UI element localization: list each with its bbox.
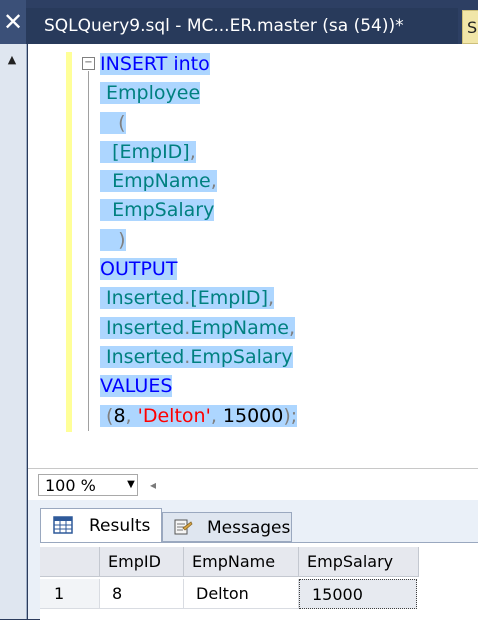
changed-lines-indicator <box>66 52 72 432</box>
selected-text: EmpSalary <box>100 199 215 222</box>
code-line: ) <box>100 226 297 255</box>
row-header-corner[interactable] <box>40 547 100 577</box>
row-number[interactable]: 1 <box>40 579 100 609</box>
code-line: Inserted.EmpSalary <box>100 343 297 372</box>
code-token: , <box>210 170 217 193</box>
scroll-left-arrow-icon[interactable]: ◂ <box>146 476 160 494</box>
code-token: EmpName <box>100 170 211 193</box>
code-line: OUTPUT <box>100 255 297 284</box>
query-editor[interactable]: − INSERT into Employee ( [EmpID], EmpNam… <box>28 44 478 468</box>
code-token: , <box>125 404 138 427</box>
document-tab[interactable]: SQLQuery9.sql - MC...ER.master (sa (54))… <box>26 8 458 44</box>
code-token: INSERT into <box>100 53 210 75</box>
chevron-down-icon[interactable]: ▼ <box>124 474 138 496</box>
table-cell-empname[interactable]: Delton <box>184 579 299 609</box>
code-token: VALUES <box>100 375 173 398</box>
code-token: , <box>189 140 196 163</box>
code-lines: INSERT into Employee ( [EmpID], EmpName,… <box>100 50 298 431</box>
selected-text: OUTPUT <box>100 258 178 281</box>
code-token: , <box>267 287 275 310</box>
code-token: ); <box>283 404 298 427</box>
scroll-up-arrow-icon[interactable]: ▲ <box>4 52 20 68</box>
selected-text: (8, 'Delton', 15000); <box>100 404 298 427</box>
tab-messages-label: Messages <box>207 518 291 538</box>
table-cell-empid[interactable]: 8 <box>100 579 184 609</box>
code-token: [EmpID] <box>100 140 190 163</box>
next-document-tab[interactable]: S <box>462 10 478 44</box>
code-token: , <box>288 316 296 339</box>
table-cell-empsalary[interactable]: 15000 <box>299 579 417 609</box>
selected-text: ( <box>100 111 126 134</box>
tab-messages[interactable]: Messages <box>162 512 292 542</box>
code-token: Employee <box>100 82 201 105</box>
collapse-toggle-icon[interactable]: − <box>82 57 95 70</box>
column-header-empsalary[interactable]: EmpSalary <box>299 547 419 577</box>
zoom-select[interactable]: 100 % <box>38 474 138 496</box>
code-line: (8, 'Delton', 15000); <box>100 402 298 431</box>
code-token: 15000 <box>222 404 284 427</box>
code-token: 8 <box>113 404 126 427</box>
selected-text: INSERT into <box>100 53 210 75</box>
code-line: [EmpID], <box>100 138 297 167</box>
code-token: 'Delton' <box>137 404 211 427</box>
code-line: Employee <box>100 79 297 108</box>
code-token: EmpName <box>190 316 289 339</box>
code-line: INSERT into <box>100 50 297 79</box>
outline-guide <box>88 71 89 431</box>
selected-text: Employee <box>100 82 201 105</box>
code-token: Inserted <box>100 345 185 368</box>
left-dock-panel <box>0 44 27 619</box>
code-token: [EmpID] <box>190 287 268 310</box>
grid-icon <box>53 516 73 534</box>
code-token: ( <box>100 111 126 134</box>
code-token: ( <box>100 404 114 427</box>
code-line: Inserted.EmpName, <box>100 314 297 343</box>
code-token: OUTPUT <box>100 258 178 281</box>
code-line: VALUES <box>100 372 297 401</box>
selected-text: ) <box>100 228 126 251</box>
selected-text: [EmpID], <box>100 140 196 163</box>
code-line: EmpName, <box>100 167 297 196</box>
code-line: EmpSalary <box>100 196 297 225</box>
selected-text: VALUES <box>100 375 173 398</box>
code-token: , <box>210 404 223 427</box>
tab-results[interactable]: Results <box>40 508 162 542</box>
selected-text: Inserted.EmpName, <box>100 316 296 339</box>
selected-text: Inserted.EmpSalary <box>100 345 293 368</box>
selected-text: EmpName, <box>100 170 217 193</box>
close-button[interactable]: ✕ <box>0 0 26 44</box>
column-header-empid[interactable]: EmpID <box>100 547 184 577</box>
code-token: EmpSalary <box>190 345 293 368</box>
code-token: ) <box>100 228 126 251</box>
messages-icon <box>174 519 193 535</box>
column-header-empname[interactable]: EmpName <box>184 547 299 577</box>
code-token: Inserted <box>100 287 185 310</box>
tab-results-label: Results <box>89 516 151 536</box>
code-line: ( <box>100 109 297 138</box>
code-line: Inserted.[EmpID], <box>100 284 297 313</box>
selected-text: Inserted.[EmpID], <box>100 287 275 310</box>
results-grid[interactable]: EmpID EmpName EmpSalary 1 8 Delton 15000 <box>40 542 478 620</box>
code-token: EmpSalary <box>100 199 215 222</box>
code-token: Inserted <box>100 316 185 339</box>
